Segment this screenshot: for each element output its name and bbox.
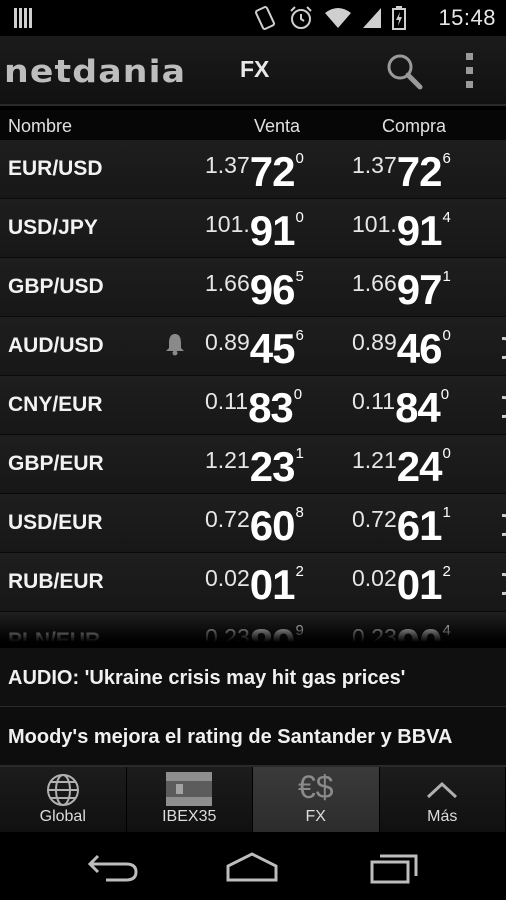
action-bar: netdania FX	[0, 36, 506, 106]
currency-pair: GBP/EUR	[8, 452, 104, 475]
sell-price: 0.72608	[205, 502, 304, 549]
sell-price: 1.37720	[205, 148, 304, 195]
tab-label: FX	[305, 808, 326, 825]
clipped-column-edge	[502, 337, 506, 359]
system-navigation-bar	[0, 834, 506, 900]
tab-label: Más	[427, 808, 458, 825]
chevron-up-icon	[427, 781, 458, 799]
tab-fx[interactable]: €$ FX	[253, 767, 380, 832]
quote-row[interactable]: GBP/EUR 1.21231 1.21240	[0, 435, 506, 494]
buy-price: 0.02012	[352, 561, 451, 608]
currency-pair: EUR/USD	[8, 157, 103, 180]
screen-title: FX	[240, 56, 270, 82]
tab-global[interactable]: Global	[0, 767, 127, 832]
currency-pair: AUD/USD	[8, 334, 104, 357]
battery-icon	[392, 6, 406, 30]
quote-row[interactable]: GBP/USD 1.66965 1.66971	[0, 258, 506, 317]
buy-price: 0.11840	[352, 384, 450, 431]
quote-row[interactable]: USD/EUR 0.72608 0.72611	[0, 494, 506, 553]
spain-flag-icon	[166, 772, 213, 806]
sell-price: 1.66965	[205, 266, 304, 313]
clipped-column-edge	[502, 573, 506, 595]
overflow-menu-button[interactable]	[460, 51, 480, 91]
tab-label: Global	[39, 808, 86, 825]
currency-pair: GBP/USD	[8, 275, 104, 298]
quote-row[interactable]: AUD/USD 0.89456 0.89460	[0, 317, 506, 376]
buy-price: 101.914	[352, 207, 451, 254]
search-icon	[387, 54, 423, 90]
netdania-logo[interactable]: netdania	[4, 54, 186, 90]
search-button[interactable]	[384, 51, 424, 91]
news-headline: Moody's mejora el rating de Santander y …	[8, 726, 453, 748]
buy-price: 1.37726	[352, 148, 451, 195]
news-item[interactable]: AUDIO: 'Ukraine crisis may hit gas price…	[0, 648, 506, 707]
status-time: 15:48	[438, 5, 496, 30]
quote-row[interactable]: RUB/EUR 0.02012 0.02012	[0, 553, 506, 612]
buy-price: 1.21240	[352, 443, 451, 490]
recent-apps-icon[interactable]	[364, 850, 424, 884]
column-header-sell[interactable]: Venta	[254, 116, 300, 137]
status-bar: 15:48	[0, 0, 506, 36]
quote-row[interactable]: PLN/EUR 0.23899 0.23904	[0, 612, 506, 642]
quotes-list[interactable]: EUR/USD 1.37720 1.37726 USD/JPY 101.910 …	[0, 140, 506, 642]
news-item[interactable]: Moody's mejora el rating de Santander y …	[0, 707, 506, 766]
sell-price: 101.910	[205, 207, 304, 254]
sell-price: 0.23899	[205, 620, 304, 642]
alert-bell-icon[interactable]	[164, 332, 186, 356]
column-header-name[interactable]: Nombre	[8, 116, 72, 137]
quote-row[interactable]: EUR/USD 1.37720 1.37726	[0, 140, 506, 199]
home-icon[interactable]	[222, 850, 282, 884]
globe-icon	[46, 774, 79, 806]
sell-price: 0.11830	[205, 384, 303, 431]
clipped-column-edge	[502, 396, 506, 418]
vibrate-icon	[254, 6, 276, 30]
signal-icon	[363, 8, 381, 28]
buy-price: 0.23904	[352, 620, 451, 642]
status-icons	[252, 4, 406, 32]
currency-pair: USD/JPY	[8, 216, 98, 239]
currency-icon: €$	[297, 769, 334, 805]
news-headline: AUDIO: 'Ukraine crisis may hit gas price…	[8, 667, 406, 689]
sell-price: 0.89456	[205, 325, 304, 372]
alarm-icon	[290, 6, 312, 29]
quotes-table-header: Nombre Venta Compra	[0, 110, 506, 140]
currency-pair: PLN/EUR	[8, 629, 101, 642]
currency-pair: CNY/EUR	[8, 393, 103, 416]
buy-price: 0.72611	[352, 502, 451, 549]
quote-row[interactable]: CNY/EUR 0.11830 0.11840	[0, 376, 506, 435]
currency-pair: RUB/EUR	[8, 570, 104, 593]
tab-ibex35[interactable]: IBEX35	[126, 767, 253, 832]
overflow-menu-icon	[466, 53, 473, 88]
sell-price: 1.21231	[205, 443, 304, 490]
currency-pair: USD/EUR	[8, 511, 103, 534]
quote-row[interactable]: USD/JPY 101.910 101.914	[0, 199, 506, 258]
notification-bars-icon	[14, 8, 34, 28]
column-header-buy[interactable]: Compra	[382, 116, 446, 137]
tab-label: IBEX35	[162, 808, 217, 825]
tab-more[interactable]: Más	[379, 767, 506, 832]
news-ticker: AUDIO: 'Ukraine crisis may hit gas price…	[0, 648, 506, 766]
buy-price: 1.66971	[352, 266, 451, 313]
buy-price: 0.89460	[352, 325, 451, 372]
sell-price: 0.02012	[205, 561, 304, 608]
wifi-icon	[325, 8, 351, 28]
bottom-tab-bar: Global IBEX35 €$ FX Más	[0, 766, 506, 832]
back-icon[interactable]	[82, 850, 142, 884]
clipped-column-edge	[502, 514, 506, 536]
